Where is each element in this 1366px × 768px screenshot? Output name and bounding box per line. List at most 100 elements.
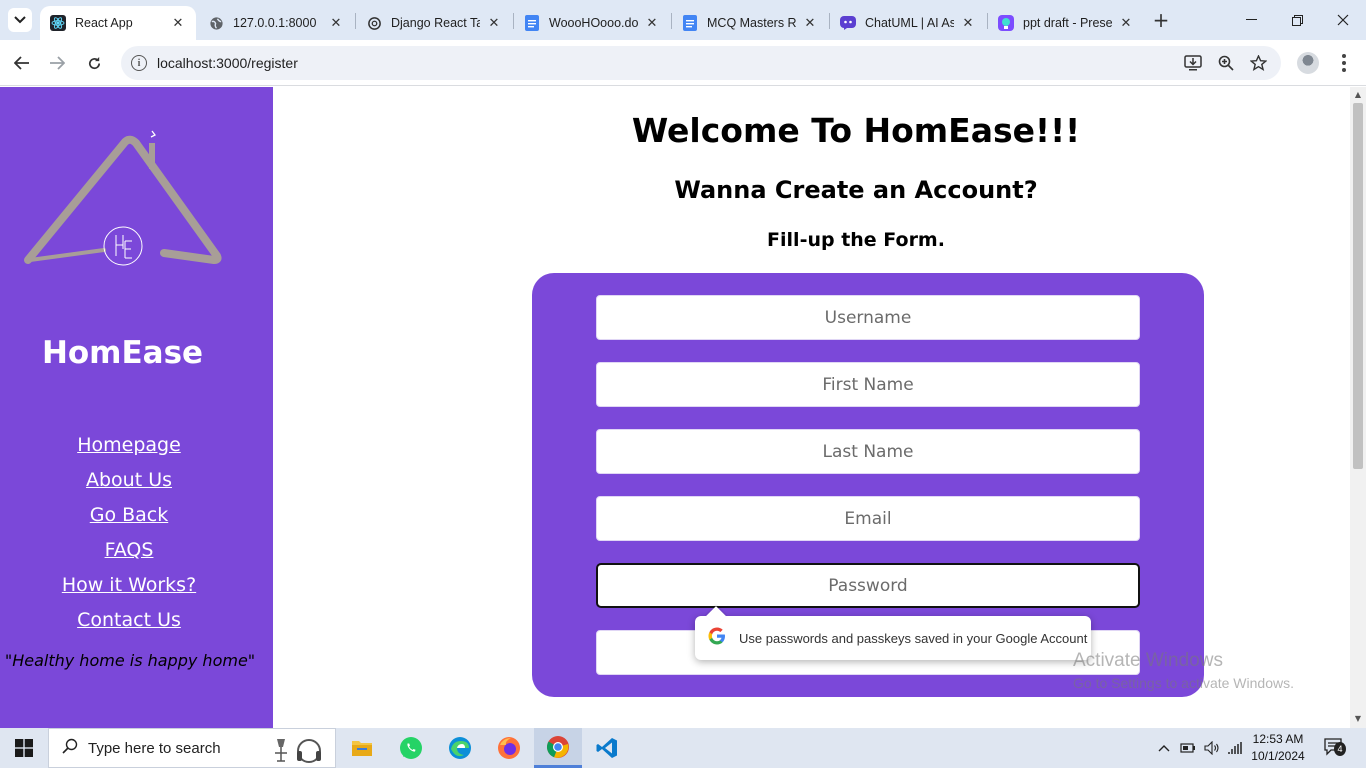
close-window-button[interactable]: [1320, 0, 1366, 40]
whatsapp-taskbar-button[interactable]: [387, 728, 435, 768]
edge-icon: [449, 737, 471, 759]
sidebar-link-how-it-works[interactable]: How it Works?: [0, 573, 258, 608]
homease-logo: [24, 130, 222, 266]
reload-button[interactable]: [80, 49, 108, 77]
tab-ppt-draft[interactable]: ppt draft - Prese ✕: [988, 6, 1144, 40]
last-name-field[interactable]: Last Name: [596, 429, 1140, 474]
zoom-icon[interactable]: [1216, 53, 1236, 73]
close-icon[interactable]: ✕: [1118, 15, 1134, 31]
watermark-subtitle: Go to Settings to activate Windows.: [1073, 675, 1294, 691]
globe-icon: [208, 15, 224, 31]
brand-name: HomEase: [41, 335, 204, 371]
sidebar: HomEase Homepage About Us Go Back FAQS H…: [0, 87, 273, 728]
wifi-icon: [1228, 742, 1242, 754]
page-subtitle: Wanna Create an Account?: [674, 176, 1038, 204]
chevron-down-icon: [14, 16, 26, 24]
scrollbar-thumb[interactable]: [1353, 103, 1363, 469]
notification-center-button[interactable]: 4: [1324, 738, 1346, 756]
site-info-icon[interactable]: i: [131, 55, 147, 71]
scroll-down-arrow-icon[interactable]: ▼: [1354, 715, 1362, 723]
sidebar-link-go-back[interactable]: Go Back: [0, 503, 258, 538]
tab-title: React App: [75, 16, 133, 30]
page-scrollbar[interactable]: ▲ ▼: [1350, 87, 1366, 728]
tab-chatuml[interactable]: ChatUML | AI As ✕: [830, 6, 986, 40]
tab-django-react[interactable]: Django React Ta ✕: [356, 6, 512, 40]
chrome-taskbar-button[interactable]: [534, 728, 582, 768]
browser-menu-button[interactable]: [1334, 50, 1354, 76]
close-icon[interactable]: ✕: [802, 15, 818, 31]
file-explorer-taskbar-button[interactable]: [338, 728, 386, 768]
firefox-icon: [498, 737, 520, 759]
speaker-icon: [1204, 741, 1219, 755]
google-icon: [707, 627, 727, 650]
vscode-taskbar-button[interactable]: [583, 728, 631, 768]
notification-badge: 4: [1334, 742, 1346, 756]
back-button[interactable]: [8, 49, 36, 77]
new-tab-button[interactable]: +: [1150, 8, 1172, 32]
close-icon[interactable]: ✕: [486, 15, 502, 31]
tab-localhost-8000[interactable]: 127.0.0.1:8000 ✕: [198, 6, 354, 40]
install-app-icon[interactable]: [1183, 53, 1203, 73]
edge-taskbar-button[interactable]: [436, 728, 484, 768]
search-icon: [62, 738, 78, 758]
arrow-left-icon: [14, 56, 29, 70]
chevron-up-icon: [1158, 745, 1170, 752]
tab-title: Django React Ta: [391, 16, 480, 30]
forward-button[interactable]: [43, 49, 71, 77]
username-field[interactable]: Username: [596, 295, 1140, 340]
search-highlight-icon: [275, 739, 321, 763]
address-bar[interactable]: i localhost:3000/register: [121, 46, 1281, 80]
whatsapp-icon: [400, 737, 422, 759]
close-icon[interactable]: ✕: [644, 15, 660, 31]
clock-time: 12:53 AM: [1252, 732, 1304, 746]
taskbar-clock[interactable]: 12:53 AM 10/1/2024: [1247, 731, 1309, 765]
firefox-taskbar-button[interactable]: [485, 728, 533, 768]
reload-icon: [88, 56, 100, 69]
profile-avatar[interactable]: [1297, 52, 1319, 74]
taskbar-search[interactable]: Type here to search: [48, 728, 336, 768]
restore-button[interactable]: [1274, 0, 1320, 40]
tagline: "Healthy home is happy home": [4, 651, 256, 670]
volume-tray-button[interactable]: [1202, 728, 1222, 768]
tab-wooohoooo-doc[interactable]: WoooHOooo.do ✕: [514, 6, 670, 40]
presentation-icon: [998, 15, 1014, 31]
sidebar-link-about-us[interactable]: About Us: [0, 468, 258, 503]
close-icon[interactable]: ✕: [170, 15, 186, 31]
activate-windows-watermark: Activate Windows Go to Settings to activ…: [1073, 650, 1294, 691]
minimize-button[interactable]: [1228, 0, 1274, 40]
password-field[interactable]: Password: [596, 563, 1140, 608]
sidebar-link-homepage[interactable]: Homepage: [0, 433, 258, 468]
url-text[interactable]: localhost:3000/register: [157, 55, 298, 71]
first-name-field[interactable]: First Name: [596, 362, 1140, 407]
tab-search-button[interactable]: [8, 8, 32, 32]
close-icon[interactable]: ✕: [328, 15, 344, 31]
tab-react-app[interactable]: React App ✕: [40, 6, 196, 40]
sidebar-link-faqs[interactable]: FAQS: [0, 538, 258, 573]
battery-tray-button[interactable]: [1178, 728, 1198, 768]
watermark-title: Activate Windows: [1073, 650, 1223, 671]
show-hidden-icons-button[interactable]: [1155, 728, 1173, 768]
arrow-right-icon: [50, 56, 65, 70]
network-tray-button[interactable]: [1226, 728, 1246, 768]
sidebar-link-contact-us[interactable]: Contact Us: [0, 608, 258, 643]
sidebar-nav: Homepage About Us Go Back FAQS How it Wo…: [0, 433, 258, 643]
start-button[interactable]: [0, 728, 48, 768]
email-field[interactable]: Email: [596, 496, 1140, 541]
tab-title: MCQ Masters Re: [707, 16, 796, 30]
form-instruction: Fill-up the Form.: [767, 229, 945, 251]
close-icon: [1337, 14, 1349, 26]
password-manager-popup[interactable]: Use passwords and passkeys saved in your…: [695, 616, 1091, 660]
taskbar-search-placeholder: Type here to search: [88, 739, 221, 757]
tab-title: ppt draft - Prese: [1023, 16, 1112, 30]
scroll-up-arrow-icon[interactable]: ▲: [1354, 91, 1362, 99]
restore-icon: [1291, 14, 1303, 26]
google-docs-icon: [524, 15, 540, 31]
close-icon[interactable]: ✕: [960, 15, 976, 31]
tab-title: WoooHOooo.do: [549, 16, 638, 30]
vscode-icon: [596, 738, 617, 758]
bookmark-star-icon[interactable]: [1248, 53, 1268, 73]
page-title: Welcome To HomEase!!!: [631, 111, 1081, 150]
openai-icon: [366, 15, 382, 31]
tab-strip: React App ✕ 127.0.0.1:8000 ✕ Django Reac…: [0, 0, 1366, 40]
tab-mcq-masters[interactable]: MCQ Masters Re ✕: [672, 6, 828, 40]
